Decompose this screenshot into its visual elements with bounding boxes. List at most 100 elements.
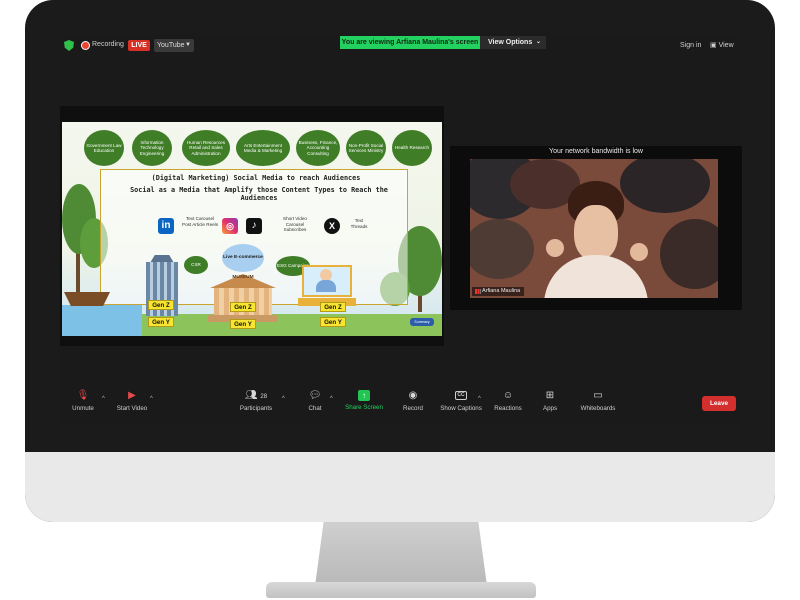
sector-bubble: Government Law Education	[84, 130, 124, 166]
shop-person-body	[316, 280, 336, 292]
mic-muted-icon: 🎙︎	[76, 390, 90, 401]
participants-count: 28	[260, 394, 268, 400]
sector-bubble: Arts Entertainment Media & Marketing	[236, 130, 290, 166]
live-ecommerce-bubble: Live E-commerce	[222, 244, 264, 272]
shared-screen-area[interactable]: Government Law Education Information Tec…	[60, 106, 444, 346]
audio-options-caret[interactable]: ^	[102, 396, 105, 402]
participants-icon: 👥︎ 28	[244, 390, 268, 401]
participant-hand	[546, 239, 564, 257]
captions-options-caret[interactable]: ^	[478, 396, 481, 402]
background-object	[470, 219, 534, 279]
reactions-button[interactable]: ☺︎ Reactions	[492, 390, 524, 412]
participants-label: Participants	[239, 405, 273, 412]
linkedin-content-types: Text Carousel Post Article Reels	[182, 216, 218, 227]
x-icon: X	[324, 218, 340, 234]
recording-label[interactable]: Recording	[92, 41, 124, 48]
monitor-chin	[25, 452, 775, 522]
sector-bubble: Non-Profit Social Services Ministry	[346, 130, 386, 166]
zoom-meeting-window: Recording LIVE YouTube ▼ You are viewing…	[58, 34, 742, 424]
unmute-label: Unmute	[72, 405, 94, 412]
monitor-stand	[315, 522, 487, 586]
tree-trunk	[76, 252, 80, 292]
participant-name: Arfiana Maulina	[482, 288, 521, 294]
record-icon: ◉	[408, 390, 418, 401]
view-options-label: View Options	[488, 39, 533, 46]
gen-y-label: Gen Y	[320, 317, 346, 327]
instagram-icon: ◎	[222, 218, 238, 234]
whiteboard-icon: ▭	[593, 390, 603, 401]
shield-icon[interactable]	[64, 40, 74, 51]
bandwidth-notice: Your network bandwidth is low	[549, 148, 643, 155]
gen-z-label: Gen Z	[320, 302, 346, 312]
apps-icon: ⊞	[545, 390, 555, 401]
stream-target-label: YouTube	[157, 42, 185, 49]
sector-bubble: Information Technology Engineering	[132, 130, 172, 166]
leave-button[interactable]: Leave	[702, 396, 736, 411]
signal-strength-icon	[475, 289, 481, 294]
sign-in-link[interactable]: Sign in	[680, 42, 701, 49]
monitor-base	[266, 582, 536, 598]
participants-options-caret[interactable]: ^	[282, 396, 285, 402]
short-video-content-types: Short Video Carousel Subscribes	[283, 216, 307, 233]
chat-label: Chat	[308, 405, 322, 412]
gen-y-label: Gen Y	[230, 319, 256, 329]
whiteboards-button[interactable]: ▭ Whiteboards	[578, 390, 618, 412]
stream-target-dropdown[interactable]: YouTube ▼	[154, 39, 194, 52]
record-button[interactable]: ◉ Record	[398, 390, 428, 412]
meeting-top-bar: Recording LIVE YouTube ▼ You are viewing…	[58, 34, 742, 56]
show-captions-label: Show Captions	[440, 405, 482, 412]
participant-body	[544, 255, 648, 298]
reactions-icon: ☺︎	[502, 390, 514, 401]
tiktok-icon: ♪	[246, 218, 262, 234]
view-label: View	[718, 42, 734, 49]
participant-name-tag: Arfiana Maulina	[472, 287, 525, 296]
captions-icon: CC	[455, 391, 467, 400]
sector-bubble: Human Resources Retail and Sales Adminis…	[182, 130, 230, 166]
slide-title: (Digital Marketing) Social Media to reac…	[151, 174, 361, 182]
slide-subtitle: Social as a Media that Amplify those Con…	[130, 186, 388, 202]
chat-options-caret[interactable]: ^	[330, 396, 333, 402]
participant-video: Arfiana Maulina	[470, 159, 718, 298]
participants-button[interactable]: 👥︎ 28 Participants	[234, 390, 278, 412]
x-content-types: Text Threads	[350, 218, 368, 229]
share-screen-button[interactable]: ↑ Share Screen	[344, 390, 384, 411]
start-video-label: Start Video	[116, 405, 148, 412]
view-layout-icon: ▣	[710, 42, 717, 49]
grass-illustration	[142, 314, 442, 336]
csr-bubble: CSR	[184, 256, 208, 274]
reactions-label: Reactions	[494, 405, 522, 412]
gen-y-label: Gen Y	[148, 317, 174, 327]
gen-z-label: Gen Z	[230, 302, 256, 312]
participant-face	[574, 205, 618, 261]
chevron-down-icon: ▼	[185, 42, 191, 48]
live-badge: LIVE	[128, 40, 150, 51]
unmute-button[interactable]: 🎙︎ Unmute	[68, 390, 98, 412]
video-off-icon: ▶︎	[128, 390, 136, 401]
background-object	[660, 219, 718, 289]
linkedin-icon: in	[158, 218, 174, 234]
apps-button[interactable]: ⊞ Apps	[538, 390, 562, 412]
participant-video-tile[interactable]: Your network bandwidth is low Arfiana Ma…	[450, 146, 742, 310]
video-options-caret[interactable]: ^	[150, 396, 153, 402]
sector-bubble: Business, Finance, Accounting Consulting	[296, 130, 340, 166]
chat-icon: 💬︎	[308, 390, 322, 401]
record-dot-icon	[82, 42, 89, 49]
gen-z-label: Gen Z	[148, 300, 174, 310]
background-object	[620, 159, 710, 213]
view-button[interactable]: ▣ View	[710, 41, 734, 49]
meeting-toolbar: 🎙︎ Unmute ^ ▶︎ Start Video ^ 👥︎ 28 Parti…	[58, 390, 742, 424]
presentation-slide: Government Law Education Information Tec…	[62, 122, 442, 336]
sector-bubble: Health Research	[392, 130, 432, 166]
start-video-button[interactable]: ▶︎ Start Video	[112, 390, 152, 412]
share-screen-label: Share Screen	[345, 404, 383, 411]
water-illustration	[62, 305, 142, 336]
museum-sign: MUSEUM	[232, 275, 254, 280]
apps-label: Apps	[542, 405, 558, 412]
viewing-screen-banner: You are viewing Arfiana Maulina's screen	[340, 36, 480, 49]
whiteboards-label: Whiteboards	[580, 405, 616, 412]
chat-button[interactable]: 💬︎ Chat	[302, 390, 328, 412]
view-options-button[interactable]: View Options ⌄	[480, 36, 546, 49]
record-label: Record	[403, 405, 423, 412]
share-screen-icon: ↑	[358, 390, 370, 401]
participant-hand	[630, 243, 648, 261]
